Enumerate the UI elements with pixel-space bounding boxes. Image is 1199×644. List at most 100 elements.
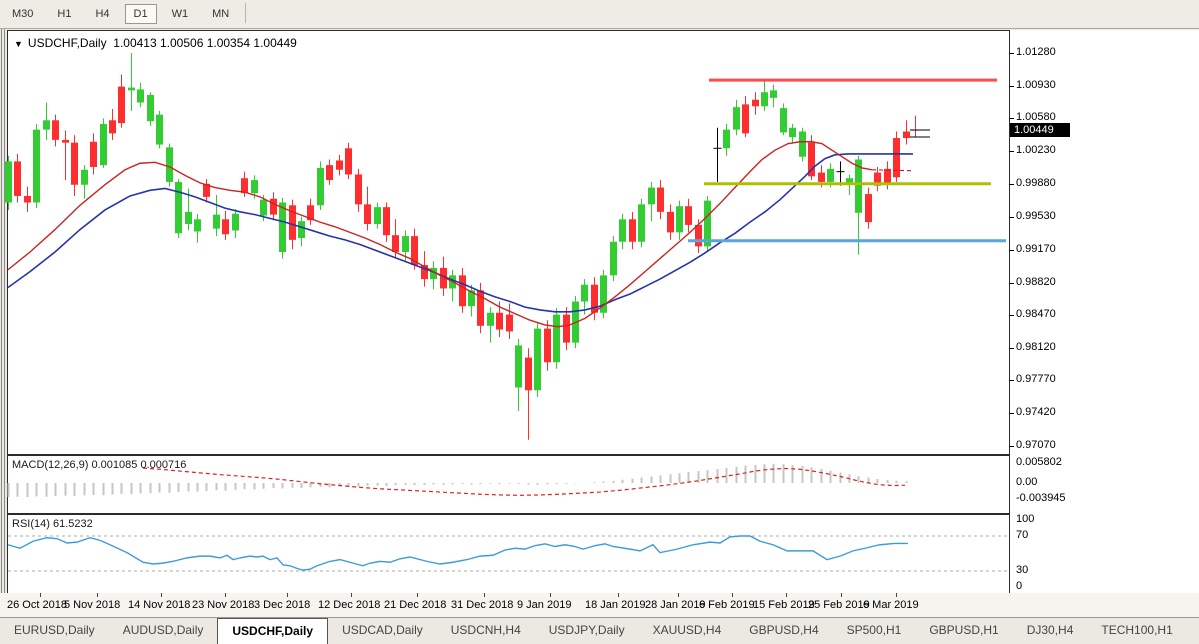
candle-body xyxy=(487,312,494,326)
symbol-tab-xauusdh4[interactable]: XAUUSD,H4 xyxy=(639,618,736,644)
candle-body xyxy=(827,168,834,182)
price-axis-label: 0.98120 xyxy=(1016,341,1056,353)
candle-body xyxy=(648,187,655,205)
symbol-tab-usdcnhh4[interactable]: USDCNH,H4 xyxy=(437,618,535,644)
price-axis-tick xyxy=(1009,315,1014,316)
candle-body xyxy=(81,169,88,185)
rsi-axis-label: 30 xyxy=(1016,564,1029,576)
symbol-tab-gbpusdh1[interactable]: GBPUSD,H1 xyxy=(915,618,1012,644)
symbol-tab-eurusddaily[interactable]: EURUSD,Daily xyxy=(0,618,109,644)
candle-body xyxy=(364,204,371,224)
price-axis-label: 1.01280 xyxy=(1016,46,1056,58)
price-axis-label: 0.99170 xyxy=(1016,243,1056,255)
candle-body xyxy=(147,95,154,122)
price-axis-label: 0.99530 xyxy=(1016,210,1056,222)
candle-body xyxy=(742,104,749,134)
price-axis-label: 1.00230 xyxy=(1016,144,1056,156)
macd-label: MACD(12,26,9) 0.001085 0.000716 xyxy=(12,459,186,471)
rsi-label: RSI(14) 61.5232 xyxy=(12,518,93,530)
macd-name: MACD(12,26,9) xyxy=(12,459,89,471)
candle-body xyxy=(194,219,201,232)
price-axis-tick xyxy=(1009,86,1014,87)
chart-symbol-label: USDCHF,Daily xyxy=(27,36,107,50)
candle-body xyxy=(128,87,135,91)
candle-body xyxy=(544,328,551,363)
candle-body xyxy=(638,204,645,242)
candle-body xyxy=(279,202,286,253)
price-axis-label: 0.98470 xyxy=(1016,308,1056,320)
candle-body xyxy=(392,235,399,253)
candle-body xyxy=(733,107,740,130)
price-axis-tick xyxy=(1009,380,1014,381)
candle-body xyxy=(534,328,541,391)
candle-body xyxy=(374,207,381,224)
candle-body xyxy=(657,187,664,212)
symbol-tab-ukoil[interactable]: UKOil, xyxy=(1187,618,1199,644)
candle-body xyxy=(52,120,59,140)
symbol-tab-usdjpydaily[interactable]: USDJPY,Daily xyxy=(535,618,639,644)
macd-value-signal: 0.000716 xyxy=(140,459,187,471)
candle-body xyxy=(695,224,702,247)
candle-body xyxy=(100,124,107,166)
candle-body xyxy=(619,219,626,242)
candle-body xyxy=(355,174,362,205)
chart-title: ▼ USDCHF,Daily 1.00413 1.00506 1.00354 1.… xyxy=(14,36,297,50)
candle-body xyxy=(213,214,220,229)
candle-body xyxy=(166,147,173,182)
rsi-line xyxy=(7,535,908,571)
candle-body xyxy=(865,194,872,223)
candle-body xyxy=(884,168,891,184)
candle-body xyxy=(761,92,768,107)
candle-body xyxy=(156,114,163,145)
candle-body xyxy=(14,161,21,196)
price-axis-tick xyxy=(1009,413,1014,414)
symbol-tab-gbpusdh4[interactable]: GBPUSD,H4 xyxy=(735,618,832,644)
macd-axis-label: 0.00 xyxy=(1016,476,1038,488)
candle-body xyxy=(33,129,40,203)
symbol-tab-usdchfdaily[interactable]: USDCHF,Daily xyxy=(217,618,329,644)
price-axis-tick xyxy=(1009,348,1014,349)
macd-axis-label: -0.003945 xyxy=(1016,492,1066,504)
rsi-axis-label: 100 xyxy=(1016,513,1035,525)
candle-body xyxy=(799,131,806,157)
symbol-tab-audusddaily[interactable]: AUDUSD,Daily xyxy=(109,618,218,644)
rsi-value: 61.5232 xyxy=(52,518,93,530)
price-axis-label: 0.97770 xyxy=(1016,373,1056,385)
candle-body xyxy=(222,219,229,235)
candle-body xyxy=(251,180,258,194)
candle-body xyxy=(685,206,692,225)
symbol-tab-dj30h4[interactable]: DJ30,H4 xyxy=(1013,618,1088,644)
candle-body xyxy=(137,89,144,103)
candle-body xyxy=(232,213,239,231)
candle-body xyxy=(43,120,50,130)
candle-body xyxy=(525,357,532,391)
rsi-axis-label: 70 xyxy=(1016,529,1029,541)
candle-body xyxy=(515,345,522,388)
candle-body xyxy=(553,314,560,363)
price-axis-tick xyxy=(1009,184,1014,185)
price-axis-tick xyxy=(1009,53,1014,54)
chart-ohlc-values: 1.00413 1.00506 1.00354 1.00449 xyxy=(113,36,297,50)
price-axis-label: 0.97070 xyxy=(1016,439,1056,451)
chart-canvas[interactable] xyxy=(0,0,1199,643)
candle-body xyxy=(752,99,759,107)
candle-body xyxy=(563,314,570,343)
candle-body xyxy=(770,90,777,98)
candle-body xyxy=(818,172,825,182)
macd-signal-line xyxy=(142,467,906,496)
candle-body xyxy=(90,141,97,167)
candle-body xyxy=(459,275,466,307)
symbol-tab-usdcaddaily[interactable]: USDCAD,Daily xyxy=(328,618,437,644)
price-axis-tick xyxy=(1009,250,1014,251)
candle-body xyxy=(496,312,503,330)
candle-body xyxy=(383,207,390,236)
candle-body xyxy=(298,221,305,238)
instrument-dropdown-icon[interactable]: ▼ xyxy=(14,39,23,49)
symbol-tab-tech100h1[interactable]: TECH100,H1 xyxy=(1087,618,1186,644)
candle-body xyxy=(5,161,12,203)
candle-body xyxy=(581,284,588,302)
candle-body xyxy=(336,160,343,170)
candle-body xyxy=(260,199,267,216)
price-axis-label: 0.97420 xyxy=(1016,406,1056,418)
symbol-tab-sp500h1[interactable]: SP500,H1 xyxy=(833,618,916,644)
